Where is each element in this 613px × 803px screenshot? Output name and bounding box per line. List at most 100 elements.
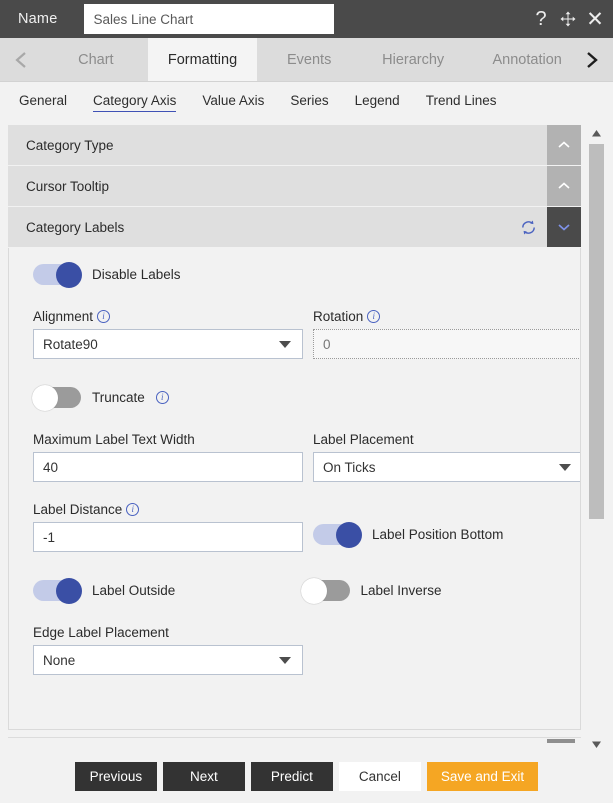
tab-formatting[interactable]: Formatting [147, 38, 258, 81]
toggle-knob [336, 521, 362, 548]
save-and-exit-button[interactable]: Save and Exit [426, 762, 539, 791]
subtab-label: Value Axis [202, 93, 265, 108]
chevron-down-icon [279, 656, 291, 664]
name-input[interactable] [84, 4, 335, 34]
alignment-label: Alignment [33, 309, 94, 324]
name-label: Name [18, 11, 58, 27]
label-placement-field: Label Placement On Ticks [313, 432, 580, 482]
info-icon[interactable]: i [367, 310, 381, 323]
tab-chart[interactable]: Chart [44, 38, 148, 81]
subtab-label: Category Axis [93, 93, 177, 108]
label-distance-value: -1 [43, 529, 56, 545]
horizontal-scroll-thumb[interactable] [547, 739, 575, 743]
accordion-header-category-type[interactable]: Category Type [8, 125, 581, 165]
title-bar-actions: ? ✕ [530, 0, 606, 38]
label-distance-field: Label Distance i -1 [33, 502, 303, 552]
main-tab-bar: Chart Formatting Events Hierarchy Annota… [0, 38, 613, 82]
accordion-title: Category Labels [26, 219, 125, 235]
accordion-header-category-labels[interactable]: Category Labels [8, 207, 581, 247]
subtab-category-axis[interactable]: Category Axis [80, 82, 189, 119]
predict-button[interactable]: Predict [250, 762, 333, 791]
toggle-knob [32, 384, 58, 411]
label-position-bottom-toggle[interactable] [313, 521, 362, 548]
label-placement-select[interactable]: On Ticks [313, 452, 580, 482]
label-distance-label: Label Distance [33, 502, 123, 517]
subtab-value-axis[interactable]: Value Axis [189, 82, 277, 119]
refresh-icon[interactable] [509, 207, 547, 247]
scroll-up-arrow[interactable] [588, 125, 605, 142]
label-distance-input[interactable]: -1 [33, 522, 303, 552]
move-arrows-icon[interactable] [557, 6, 579, 32]
truncate-row: Truncate i [32, 384, 560, 411]
maximum-label-text-width-value: 40 [43, 459, 59, 475]
truncate-toggle[interactable] [32, 384, 81, 411]
chevron-up-icon[interactable] [547, 125, 581, 165]
help-icon[interactable]: ? [530, 6, 552, 32]
tab-label: Chart [78, 51, 114, 68]
subtab-series[interactable]: Series [277, 82, 341, 119]
previous-button[interactable]: Previous [74, 762, 157, 791]
accordion-tools [509, 207, 581, 247]
tab-events[interactable]: Events [257, 38, 361, 81]
subtab-general[interactable]: General [6, 82, 80, 119]
tab-label: Annotation [492, 51, 562, 68]
edge-label-placement-row: Edge Label Placement None [33, 625, 560, 675]
edge-label-placement-value: None [43, 652, 76, 668]
label-outside-toggle[interactable] [33, 577, 82, 604]
label-position-bottom-row: Label Position Bottom [313, 521, 560, 548]
toggle-knob [56, 261, 82, 288]
alignment-field: Alignment i Rotate90 [33, 309, 303, 359]
next-button[interactable]: Next [162, 762, 245, 791]
info-icon[interactable]: i [126, 503, 140, 516]
vertical-scroll-thumb[interactable] [589, 144, 604, 519]
info-icon[interactable]: i [155, 391, 169, 404]
chevron-right-icon[interactable] [569, 38, 613, 81]
label-position-bottom-label: Label Position Bottom [372, 527, 504, 542]
maximum-label-text-width-input[interactable]: 40 [33, 452, 303, 482]
alignment-select[interactable]: Rotate90 [33, 329, 303, 359]
accordion-tools [547, 125, 581, 165]
label-inverse-toggle[interactable] [300, 577, 350, 604]
truncate-label: Truncate [92, 390, 145, 405]
rotation-input[interactable]: 0 [313, 329, 580, 359]
category-labels-form: Disable Labels Alignment i Rotate90 Rota… [8, 248, 581, 730]
vertical-scroll-track[interactable] [588, 142, 605, 736]
disable-labels-toggle[interactable] [33, 261, 82, 288]
outside-inverse-row: Label Outside Label Inverse [33, 577, 561, 604]
info-icon[interactable]: i [97, 310, 111, 323]
label-inverse-row: Label Inverse [300, 577, 561, 604]
label-inverse-label: Label Inverse [360, 583, 442, 598]
chevron-left-icon[interactable] [0, 38, 44, 81]
label-outside-row: Label Outside [33, 577, 292, 604]
chevron-down-icon[interactable] [547, 207, 581, 247]
alignment-value: Rotate90 [43, 336, 98, 352]
tab-label: Events [286, 51, 332, 68]
cancel-button[interactable]: Cancel [338, 762, 421, 791]
toggle-knob [300, 577, 327, 604]
close-icon[interactable]: ✕ [584, 6, 606, 32]
rotation-field: Rotation i 0 [313, 309, 580, 359]
horizontal-scrollbar[interactable] [8, 737, 581, 745]
tab-annotation[interactable]: Annotation [465, 38, 569, 81]
edge-label-placement-label-wrap: Edge Label Placement [33, 625, 305, 640]
edge-label-placement-field: Edge Label Placement None [33, 625, 305, 675]
distance-position-row: Label Distance i -1 Label Position Botto… [33, 502, 560, 552]
maximum-label-text-width-field: Maximum Label Text Width 40 [33, 432, 303, 482]
accordion-title: Cursor Tooltip [26, 178, 110, 194]
subtab-legend[interactable]: Legend [342, 82, 413, 119]
accordion-header-cursor-tooltip[interactable]: Cursor Tooltip [8, 166, 581, 206]
disable-labels-label: Disable Labels [92, 267, 181, 282]
vertical-scrollbar[interactable] [588, 125, 605, 753]
edge-label-placement-select[interactable]: None [33, 645, 303, 675]
label-placement-label-wrap: Label Placement [313, 432, 580, 447]
subtab-trend-lines[interactable]: Trend Lines [413, 82, 510, 119]
tab-hierarchy[interactable]: Hierarchy [361, 38, 465, 81]
settings-panel: Category Type Cursor Tooltip Category La… [0, 119, 613, 753]
footer-actions: Previous Next Predict Cancel Save and Ex… [0, 750, 613, 803]
label-placement-value: On Ticks [323, 459, 376, 475]
label-outside-field: Label Outside [33, 577, 292, 604]
maxwidth-placement-row: Maximum Label Text Width 40 Label Placem… [33, 432, 580, 482]
label-distance-label-wrap: Label Distance i [33, 502, 303, 517]
chevron-up-icon[interactable] [547, 166, 581, 206]
rotation-value: 0 [323, 336, 331, 352]
